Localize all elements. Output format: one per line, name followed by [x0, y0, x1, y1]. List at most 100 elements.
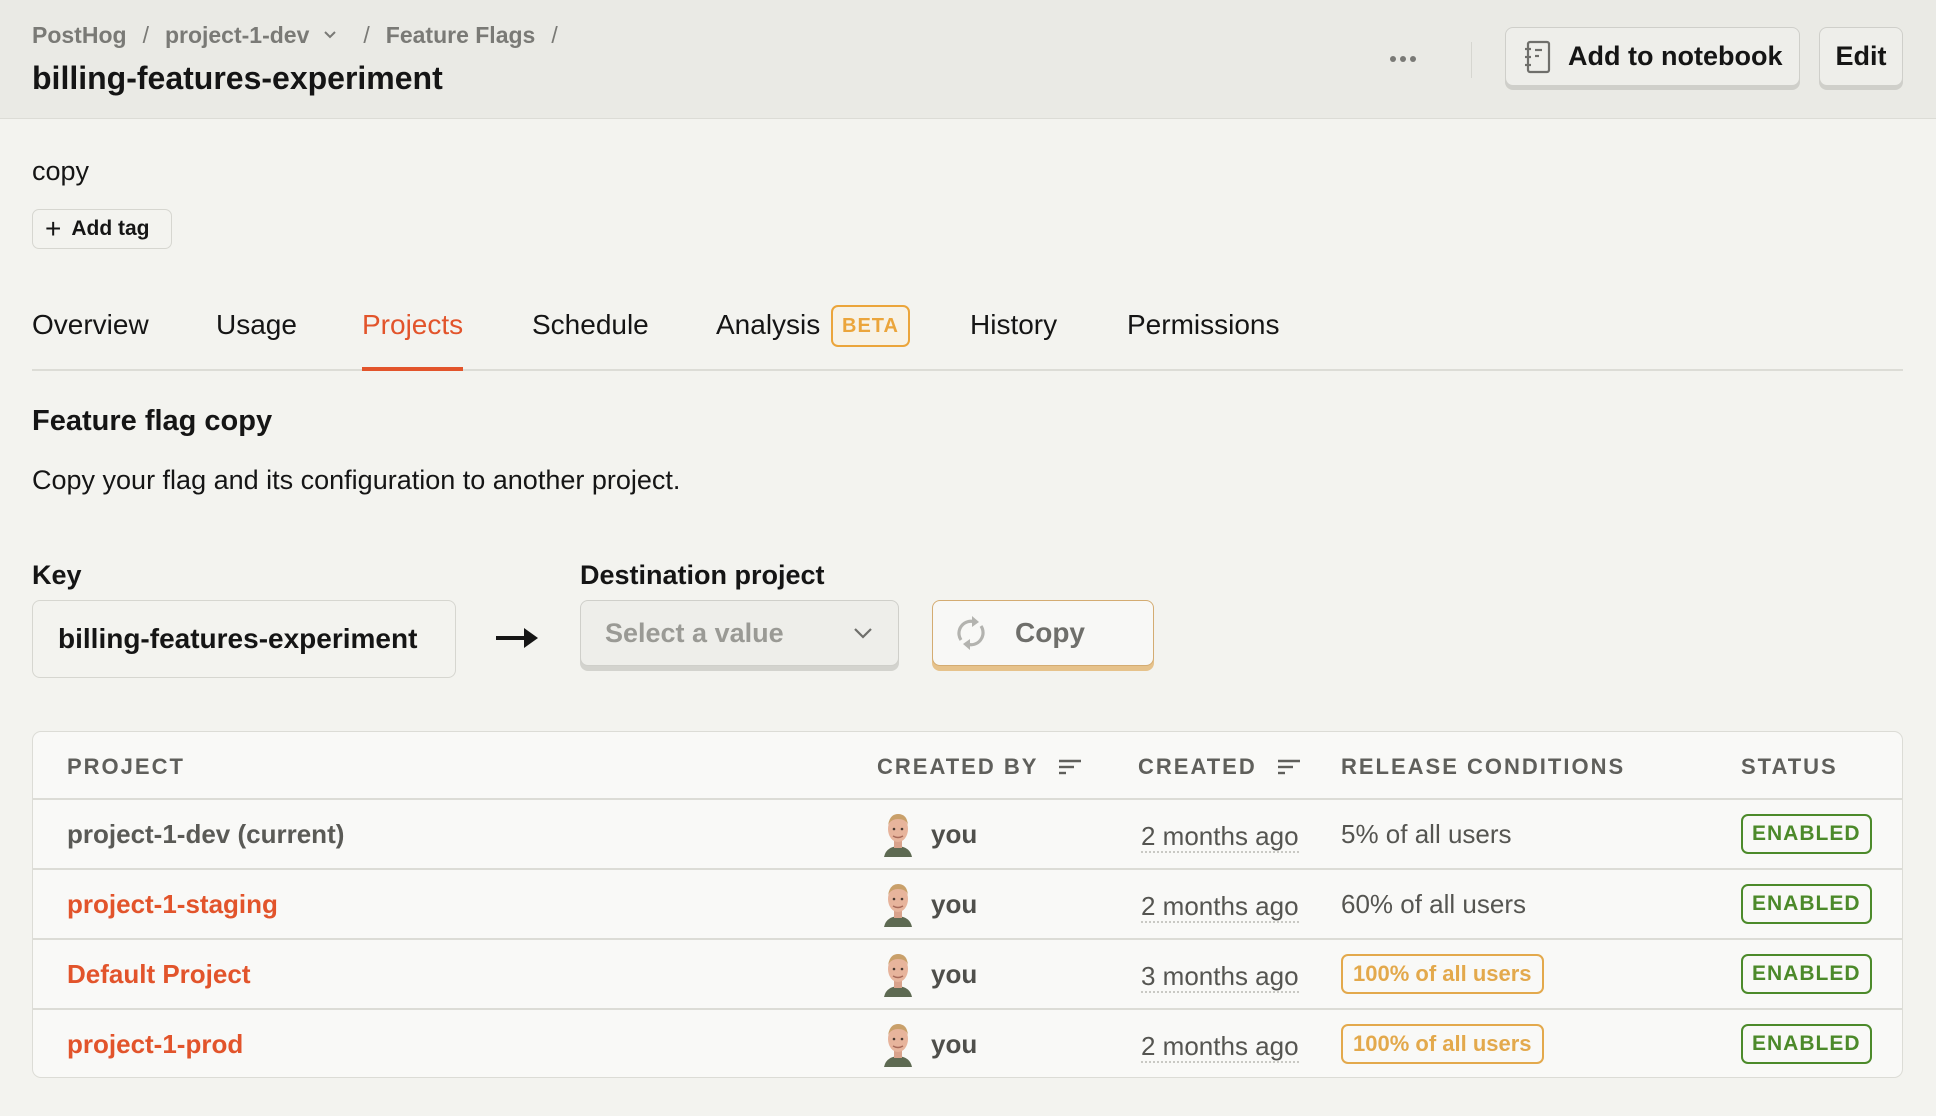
column-header-project: PROJECT	[67, 754, 185, 779]
sort-icon[interactable]	[1058, 758, 1082, 776]
cell-project: project-1-prod	[67, 1010, 243, 1077]
dot	[1390, 56, 1396, 62]
column-header-created-by-label: CREATED BY	[877, 754, 1039, 779]
tab-usage[interactable]: Usage	[216, 309, 297, 371]
column-header-status: STATUS	[1741, 754, 1838, 779]
breadcrumb-project[interactable]: project-1-dev	[165, 22, 309, 49]
project-link[interactable]: project-1-prod	[67, 1029, 243, 1060]
creator-name: you	[931, 958, 978, 989]
plus-icon: +	[45, 213, 62, 244]
cell-created: 2 months ago	[1141, 870, 1299, 938]
breadcrumb: PostHog / project-1-dev / Feature Flags …	[32, 22, 574, 49]
tab-bar: Overview Usage Projects Schedule Analysi…	[32, 305, 1903, 371]
created-timestamp[interactable]: 2 months ago	[1141, 1031, 1299, 1063]
tab-analysis[interactable]: Analysis	[716, 309, 820, 371]
add-to-notebook-button[interactable]: Add to notebook	[1505, 27, 1800, 86]
cell-status: ENABLED	[1741, 1010, 1872, 1077]
edit-button[interactable]: Edit	[1819, 27, 1903, 86]
tab-schedule[interactable]: Schedule	[532, 309, 649, 371]
dot	[1410, 56, 1416, 62]
column-header-created[interactable]: CREATED	[1138, 754, 1301, 780]
section-title: Feature flag copy	[32, 405, 273, 437]
status-badge: ENABLED	[1741, 884, 1872, 924]
dot	[1400, 56, 1406, 62]
cell-release-conditions: 100% of all users	[1341, 940, 1544, 1008]
creator-name: you	[931, 1028, 978, 1059]
cell-created: 2 months ago	[1141, 1010, 1299, 1077]
project-link[interactable]: Default Project	[67, 959, 251, 990]
avatar	[884, 954, 912, 997]
column-header-created-label: CREATED	[1138, 754, 1257, 779]
release-condition-badge: 100% of all users	[1341, 1024, 1544, 1064]
copy-button[interactable]: Copy	[932, 600, 1154, 666]
copy-button-label: Copy	[1015, 617, 1085, 648]
cell-project: project-1-staging	[67, 870, 278, 938]
tab-overview[interactable]: Overview	[32, 309, 149, 371]
destination-project-label: Destination project	[580, 560, 825, 590]
project-link[interactable]: project-1-staging	[67, 889, 278, 920]
notebook-icon	[1525, 40, 1551, 73]
key-field: billing-features-experiment	[32, 600, 456, 678]
key-label: Key	[32, 560, 82, 590]
avatar	[884, 884, 912, 927]
creator-name: you	[931, 818, 978, 849]
table-row: Default Project you 3 months ago 100% of a…	[33, 940, 1902, 1010]
section-description: Copy your flag and its configuration to …	[32, 465, 681, 495]
column-header-created-by[interactable]: CREATED BY	[877, 754, 1082, 780]
table-row: project-1-prod you 2 months ago 100% of al…	[33, 1010, 1902, 1077]
cell-status: ENABLED	[1741, 940, 1872, 1008]
sync-icon	[957, 616, 985, 650]
tab-permissions[interactable]: Permissions	[1127, 309, 1279, 371]
page-title: billing-features-experiment	[32, 60, 443, 96]
breadcrumb-feature-flags[interactable]: Feature Flags	[386, 22, 536, 49]
cell-created-by: you	[881, 1010, 978, 1077]
page-header: PostHog / project-1-dev / Feature Flags …	[0, 0, 1936, 119]
created-timestamp[interactable]: 3 months ago	[1141, 961, 1299, 993]
avatar	[884, 814, 912, 857]
chevron-down-icon[interactable]	[323, 29, 337, 39]
breadcrumb-posthog[interactable]: PostHog	[32, 22, 127, 49]
cell-release-conditions: 60% of all users	[1341, 870, 1526, 938]
tab-projects[interactable]: Projects	[362, 309, 464, 371]
cell-created-by: you	[881, 940, 977, 1008]
sort-icon[interactable]	[1277, 758, 1301, 776]
status-badge: ENABLED	[1741, 954, 1872, 994]
status-badge: ENABLED	[1741, 1024, 1872, 1064]
cell-release-conditions: 5% of all users	[1341, 800, 1512, 868]
created-timestamp[interactable]: 2 months ago	[1141, 821, 1299, 853]
chevron-down-icon	[854, 628, 872, 639]
more-options-button[interactable]	[1386, 42, 1420, 76]
tab-analysis-label: Analysis	[716, 309, 821, 340]
header-divider	[1471, 42, 1472, 78]
cell-project: Default Project	[67, 940, 251, 1008]
destination-project-select[interactable]: Select a value	[580, 600, 899, 666]
cell-created: 2 months ago	[1141, 800, 1299, 868]
cell-status: ENABLED	[1741, 870, 1872, 938]
arrow-right-icon	[496, 628, 538, 648]
cell-created-by: you	[881, 800, 977, 868]
release-condition-text: 5% of all users	[1341, 818, 1512, 849]
add-tag-button[interactable]: + Add tag	[32, 209, 172, 249]
breadcrumb-separator: /	[551, 22, 558, 48]
breadcrumb-separator: /	[363, 22, 370, 48]
cell-created: 3 months ago	[1141, 940, 1299, 1008]
breadcrumb-separator: /	[142, 22, 149, 48]
cell-release-conditions: 100% of all users	[1341, 1010, 1544, 1077]
projects-table: PROJECT CREATED BY CREATED RELEASE CONDI…	[32, 731, 1903, 1078]
flag-description: copy	[32, 156, 90, 186]
column-header-release-conditions: RELEASE CONDITIONS	[1341, 754, 1626, 779]
creator-name: you	[931, 888, 978, 919]
created-timestamp[interactable]: 2 months ago	[1141, 891, 1299, 923]
cell-status: ENABLED	[1741, 800, 1872, 868]
table-row: project-1-staging you 2 months ago 60% of …	[33, 870, 1902, 940]
release-condition-text: 60% of all users	[1341, 888, 1526, 919]
cell-project: project-1-dev (current)	[67, 800, 344, 868]
tab-history[interactable]: History	[970, 309, 1057, 371]
project-name: project-1-dev (current)	[67, 818, 345, 849]
cell-created-by: you	[881, 870, 977, 938]
add-tag-label: Add tag	[71, 217, 150, 240]
edit-label: Edit	[1835, 41, 1887, 71]
avatar	[884, 1024, 912, 1067]
beta-badge: BETA	[831, 305, 910, 347]
release-condition-badge: 100% of all users	[1341, 954, 1544, 994]
